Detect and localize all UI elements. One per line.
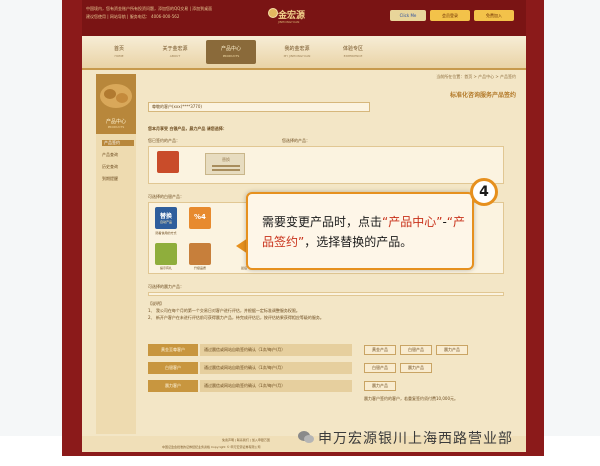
nav-experience-label: 体验专区 <box>342 46 363 52</box>
footer-links[interactable]: 免责声明 | 联系我们 | 加入申银万国 <box>222 438 270 442</box>
tier-row-silver: 白银客户 通过晨信或网站自助签约确认（1次/每户/月） 白银产品 晨力产品 <box>148 362 504 374</box>
nav-about-sub: ABOUT <box>169 54 181 58</box>
footer-copyright: 中国证监会批准的证券经纪业务资格 Copyright © 申万宏源证券有限公司 <box>162 445 261 449</box>
replace-tile-caption: 随着信用的方式 <box>155 231 177 235</box>
percent-product-tile[interactable]: %4 <box>189 207 211 229</box>
nav-my-account-sub: MY JINHONGYUAN <box>283 54 311 58</box>
power-product-button[interactable]: 晨力产品 <box>436 345 468 355</box>
sidebar-item-expiry-reminder[interactable]: 到期提醒 <box>102 176 134 182</box>
chosen-products-label: 您选择的产品： <box>282 138 310 143</box>
header-info-line2: 建议您使用 | 网站导航 | 服务电话： 4006-000-562 <box>86 14 180 19</box>
tier-desc-silver: 通过晨信或网站自助签约确认（1次/每户/月） <box>200 362 352 374</box>
intro-text: 您本月享受 白银产品，晨力产品 请您选择： <box>148 126 227 131</box>
nav-my-account-label: 我的金宏源 <box>284 46 310 52</box>
tier-label-silver: 白银客户 <box>148 362 198 374</box>
page-title: 标准化咨询服务产品签约 <box>449 92 516 99</box>
signed-products-label: 您已签约的产品： <box>148 138 180 143</box>
free-join-button[interactable]: 免费加入 <box>474 10 514 21</box>
upgrade-product-tile[interactable] <box>189 243 211 265</box>
header-info-line1: 中国境内，您有资金账户所有投资问题，添加您的QQ交易 | 添加到桌面 <box>86 6 213 11</box>
nav-experience[interactable]: 体验专区 EXPERIENCE <box>328 45 378 58</box>
step-number-badge: 4 <box>470 178 498 206</box>
nav-products-label: 产品中心 <box>220 46 241 52</box>
site-logo-sub: JINHONGYUAN <box>278 20 300 24</box>
replace-product-tile[interactable]: 替换 自动产品 <box>155 207 177 229</box>
nav-home-sub: HOME <box>114 54 124 58</box>
main-nav: 首页 HOME 关于金宏源 ABOUT 产品中心 PRODUCTS 我的金宏源 MY J… <box>82 36 526 70</box>
available-power-label: 可选择的晨力产品： <box>148 284 184 289</box>
silver-tier-silver-button[interactable]: 白银产品 <box>364 363 396 373</box>
sidebar-title: 产品中心 <box>105 119 126 125</box>
sidebar-item-product-signing[interactable]: 产品签约 <box>102 140 134 146</box>
tier-label-gold: 黄金至尊客户 <box>148 344 198 356</box>
watermark-text: 申万宏源银川上海西路营业部 <box>318 431 513 447</box>
sidebar-item-product-query[interactable]: 产品查询 <box>102 152 134 158</box>
callout-text-part3: ，选择替换的产品。 <box>304 235 413 249</box>
member-login-button[interactable]: 会员登录 <box>430 10 470 21</box>
walnut-image-icon <box>100 84 132 108</box>
callout-text: 需要变更产品时，点击“产品中心”-“产品签约”，选择替换的产品。 <box>262 212 470 252</box>
instruction-callout: 需要变更产品时，点击“产品中心”-“产品签约”，选择替换的产品。 <box>246 192 474 270</box>
note-1: 1、 我公司在每个月的第一个交易日对客户进行评估，并根据一定标准调整服务权限。 <box>148 308 300 313</box>
nav-about[interactable]: 关于金宏源 ABOUT <box>150 45 200 58</box>
site-header: 中国境内，您有资金账户所有投资问题，添加您的QQ交易 | 添加到桌面 建议您使用… <box>82 0 526 36</box>
nav-home[interactable]: 首页 HOME <box>94 45 144 58</box>
replace-tile-title: 替换 <box>159 213 172 220</box>
available-silver-label: 可选择的白银产品： <box>148 194 184 199</box>
tile-a-caption: 提示有礼 <box>159 266 172 270</box>
callout-highlight-product-center: “产品中心” <box>382 215 443 229</box>
power-products-box <box>148 292 504 296</box>
nav-products-sub: PRODUCTS <box>222 54 240 58</box>
tier-desc-gold: 通过晨信或网站自助签约确认（1次/每户/月） <box>200 344 352 356</box>
sidebar-subtitle: PRODUCTS <box>107 125 125 129</box>
silver-product-button[interactable]: 白银产品 <box>400 345 432 355</box>
greeting-text: 尊敬的客户(xxx)****3770) <box>148 102 370 112</box>
replace-tile-sub: 自动产品 <box>159 220 172 224</box>
gold-product-button[interactable]: 黄金产品 <box>364 345 396 355</box>
tier-row-gold: 黄金至尊客户 通过晨信或网站自助签约确认（1次/每户/月） 黄金产品 白银产品 … <box>148 344 504 356</box>
nav-about-label: 关于金宏源 <box>162 46 188 52</box>
sidebar-item-history-query[interactable]: 历史查询 <box>102 164 134 170</box>
nav-my-account[interactable]: 我的金宏源 MY JINHONGYUAN <box>272 45 322 58</box>
breadcrumb: 当前所在位置：首页 > 产品中心 > 产品签约 <box>436 74 516 79</box>
note-2: 2、 新开户客户在未进行评估前可获得晨力产品，待完成评估后，按评估结果获得相应等… <box>148 315 324 320</box>
tier-label-power: 晨力客户 <box>148 380 198 392</box>
notes-title: 【说明】 <box>148 301 164 306</box>
notes-section: 【说明】 1、 我公司在每个月的第一个交易日对客户进行评估，并根据一定标准调整服… <box>148 300 504 321</box>
wechat-icon <box>298 431 314 443</box>
tier-note: 晨力客户签约的客户，若重复签约须付费10,000元。 <box>364 396 458 401</box>
tile-b-caption: 升级品质 <box>193 266 206 270</box>
signed-products-box: 替换 <box>148 146 504 184</box>
nav-experience-sub: EXPERIENCE <box>343 54 363 58</box>
nav-home-label: 首页 <box>113 46 124 52</box>
callout-text-part1: 需要变更产品时，点击 <box>262 215 383 229</box>
logo-icon <box>268 8 278 18</box>
power-tier-power-button[interactable]: 晨力产品 <box>364 381 396 391</box>
sidebar: 产品中心 PRODUCTS 产品签约 产品查询 历史查询 到期提醒 <box>96 74 136 434</box>
gift-product-tile[interactable] <box>155 243 177 265</box>
silver-tier-power-button[interactable]: 晨力产品 <box>400 363 432 373</box>
switch-label: 替换 <box>222 157 230 162</box>
tier-row-power: 晨力客户 通过晨信或网站自助签约确认（1次/每户/月） 晨力产品 <box>148 380 504 392</box>
switch-arrow-icon: 替换 <box>205 153 245 175</box>
tier-desc-power: 通过晨信或网站自助签约确认（1次/每户/月） <box>200 380 352 392</box>
nav-products[interactable]: 产品中心 PRODUCTS <box>206 40 256 64</box>
signed-product-icon[interactable] <box>157 151 179 173</box>
click-me-button[interactable]: Click Me <box>390 10 426 21</box>
